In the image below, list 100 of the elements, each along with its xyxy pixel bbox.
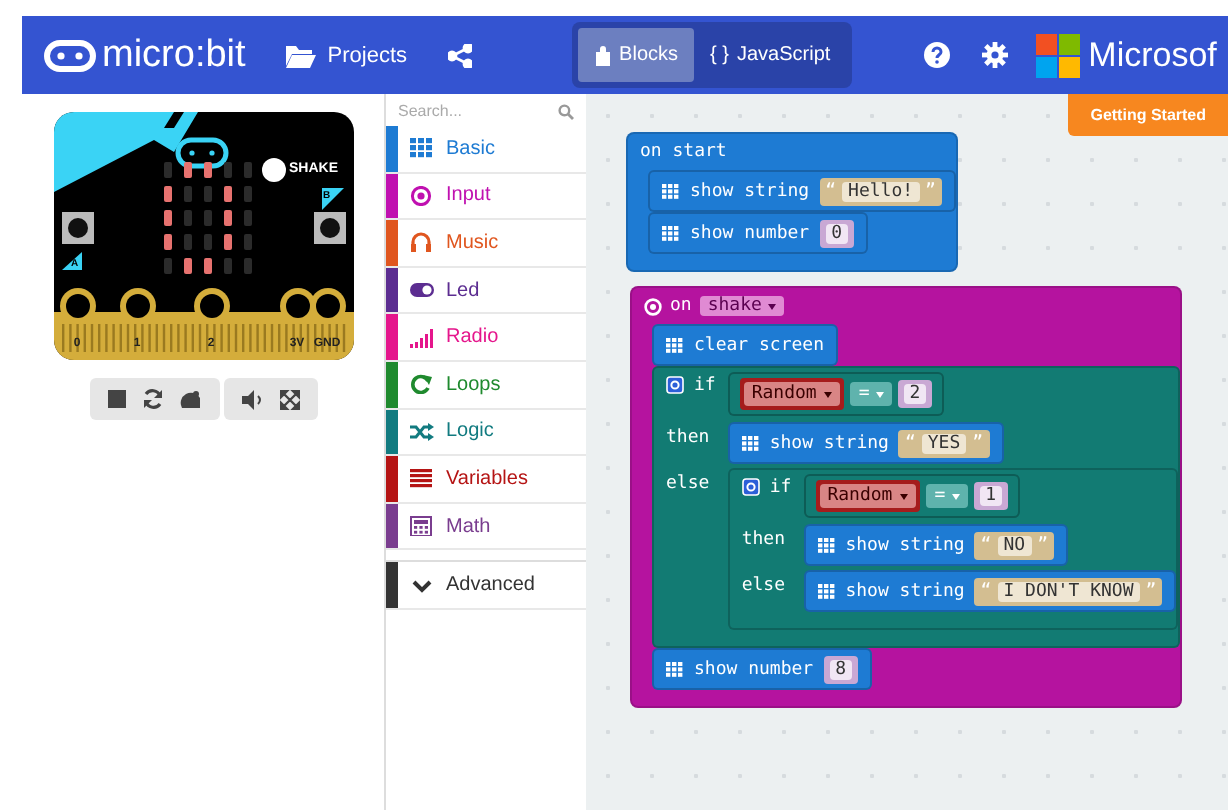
number-block[interactable]: 0	[819, 219, 855, 247]
event-block[interactable]: on shake clear screen if Random = 2 then show string “ YES ” else if Random = 1 then show string “ NO ” else show string “ I DON'T KNOW ” show number 8	[630, 286, 1183, 708]
advanced-item[interactable]: Advanced	[386, 560, 586, 610]
category-label: Led	[446, 279, 480, 302]
block-label: show number	[694, 659, 814, 679]
compare-block[interactable]: Random = 1	[803, 474, 1021, 518]
if-block[interactable]: if Random = 2 then show string “ YES ” else if Random = 1 then show string “ NO ” else show string “ I DON'T KNOW ”	[652, 366, 1181, 648]
search-icon[interactable]	[558, 103, 574, 119]
statement-block[interactable]: show string “ NO ”	[803, 524, 1068, 566]
push-button[interactable]	[61, 212, 93, 244]
number-field[interactable]: 0	[825, 223, 849, 243]
quote-mark: “	[904, 433, 916, 453]
editor-tab[interactable]: Blocks	[577, 28, 694, 82]
category-item[interactable]: Variables	[386, 456, 586, 504]
number-field[interactable]: 1	[979, 486, 1003, 506]
compare-block[interactable]: Random = 2	[727, 372, 945, 416]
grid-icon	[666, 661, 684, 677]
statement-block[interactable]: show string “ Hello! ”	[648, 170, 956, 212]
quote-mark: ”	[972, 433, 984, 453]
string-block[interactable]: “ YES ”	[898, 429, 990, 457]
number-block[interactable]: 1	[973, 482, 1009, 510]
random-block[interactable]: Random	[815, 480, 921, 512]
dropdown-field[interactable]: shake	[699, 296, 784, 316]
gear-icon[interactable]	[741, 478, 760, 496]
category-label: Logic	[446, 420, 494, 443]
loop-arrow-icon	[410, 374, 434, 395]
gear-icon[interactable]	[666, 376, 684, 394]
category-item[interactable]: Basic	[386, 126, 586, 174]
quote-mark: ”	[1037, 535, 1048, 555]
block-label: clear screen	[694, 335, 825, 355]
number-field[interactable]: 8	[829, 659, 853, 679]
random-block[interactable]: Random	[739, 378, 845, 410]
quote-mark: “	[980, 535, 992, 555]
number-block[interactable]: 2	[897, 380, 933, 408]
string-block[interactable]: “ NO ”	[974, 531, 1054, 559]
block-label: show string	[769, 433, 889, 453]
category-label: Loops	[446, 373, 501, 396]
text-field[interactable]: I DON'T KNOW	[997, 581, 1140, 601]
microsoft-logo-icon[interactable]	[1036, 33, 1081, 77]
shake-button-icon[interactable]	[261, 158, 285, 182]
help-icon[interactable]	[924, 42, 951, 68]
quote-mark: ”	[925, 181, 936, 201]
brand-name: Microsof	[1088, 35, 1217, 75]
share-icon[interactable]	[447, 43, 472, 67]
statement-block[interactable]: show number 8	[652, 648, 873, 690]
grid-icon	[410, 138, 434, 159]
text-field[interactable]: Hello!	[842, 181, 920, 201]
category-label: Music	[446, 231, 499, 254]
string-block[interactable]: “ Hello! ”	[819, 177, 942, 205]
logo-text[interactable]: micro:bit	[102, 33, 246, 77]
fullscreen-icon[interactable]	[279, 389, 299, 409]
category-item[interactable]: Led	[386, 267, 586, 315]
category-item[interactable]: Loops	[386, 361, 586, 410]
grid-icon	[741, 435, 760, 451]
if-block[interactable]: if Random = 1 then show string “ NO ” else show string “ I DON'T KNOW ”	[727, 468, 1179, 630]
number-field[interactable]: 2	[903, 384, 927, 404]
puzzle-icon	[593, 45, 612, 65]
block-label: else	[741, 576, 786, 596]
restart-icon[interactable]	[141, 388, 163, 410]
statement-block[interactable]: show string “ YES ”	[727, 422, 1004, 464]
projects-button[interactable]: Projects	[285, 43, 408, 67]
logo-icon	[44, 39, 96, 71]
category-label: Math	[446, 515, 491, 538]
target-icon	[644, 297, 662, 315]
logo-icon	[174, 137, 228, 169]
category-item[interactable]: Input	[386, 173, 586, 221]
block-label: on start	[640, 142, 727, 162]
event-block[interactable]: on start show string “ Hello! ” show number 0	[626, 132, 958, 272]
category-item[interactable]: Math	[386, 503, 586, 551]
text-field[interactable]: YES	[921, 433, 967, 453]
caret-icon	[951, 493, 960, 499]
headphones-icon	[410, 232, 434, 253]
quote-mark: “	[825, 181, 837, 201]
push-button[interactable]	[313, 212, 345, 244]
string-block[interactable]: “ I DON'T KNOW ”	[974, 577, 1163, 605]
grid-icon	[662, 225, 680, 241]
block-label: if	[694, 376, 716, 396]
block-label: on	[670, 296, 692, 316]
blocks-workspace[interactable]	[586, 94, 1228, 810]
block-label: show number	[690, 223, 810, 243]
quote-mark: “	[980, 581, 992, 601]
category-item[interactable]: Logic	[386, 409, 586, 457]
category-label: Advanced	[446, 574, 535, 597]
sound-icon[interactable]	[241, 389, 263, 409]
statement-block[interactable]: clear screen	[652, 324, 839, 366]
statement-block[interactable]: show number 0	[648, 212, 869, 254]
shuffle-icon	[410, 421, 434, 442]
stop-icon[interactable]	[107, 390, 125, 408]
target-icon	[410, 185, 434, 206]
number-block[interactable]: 8	[823, 655, 859, 683]
block-label: show string	[690, 181, 810, 201]
category-item[interactable]: Music	[386, 220, 586, 268]
editor-tab[interactable]: { } JavaScript	[694, 28, 847, 82]
statement-block[interactable]: show string “ I DON'T KNOW ”	[803, 570, 1177, 612]
category-item[interactable]: Radio	[386, 314, 586, 362]
settings-icon[interactable]	[982, 42, 1009, 68]
caret-icon	[900, 493, 909, 499]
grid-icon	[666, 337, 684, 353]
folder-icon	[285, 43, 316, 67]
text-field[interactable]: NO	[997, 535, 1032, 555]
